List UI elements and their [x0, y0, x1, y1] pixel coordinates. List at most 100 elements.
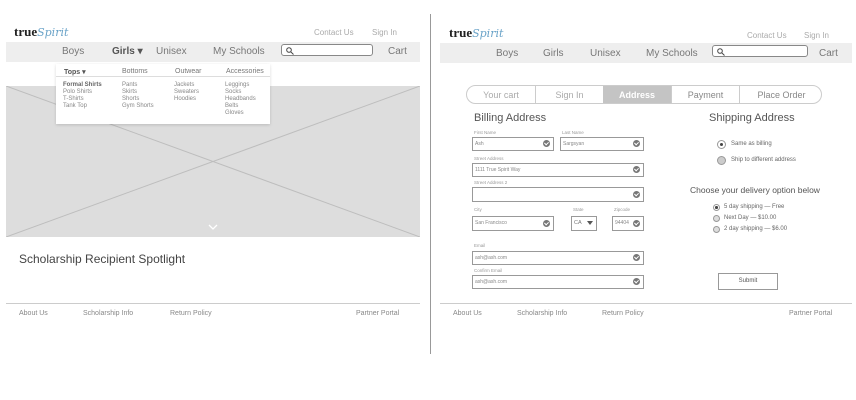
- street-address-2-field[interactable]: [472, 187, 644, 202]
- menu-item[interactable]: Hoodies: [174, 96, 199, 103]
- check-icon: [633, 254, 640, 261]
- delivery-2-day-radio[interactable]: [713, 226, 720, 233]
- check-icon: [633, 140, 640, 147]
- confirm-email-value: ash@ash.com: [475, 279, 508, 285]
- footer-returns-link[interactable]: Return Policy: [170, 310, 212, 317]
- same-as-billing-radio[interactable]: [717, 140, 726, 149]
- menu-item[interactable]: Belts: [225, 103, 256, 110]
- zipcode-field[interactable]: 94404: [612, 216, 644, 231]
- confirm-email-field[interactable]: ash@ash.com: [472, 275, 644, 289]
- nav-unisex[interactable]: Unisex: [156, 46, 187, 57]
- dropdown-tops[interactable]: Tops ▾: [64, 68, 86, 76]
- nav-boys[interactable]: Boys: [496, 48, 518, 59]
- footer-returns-link[interactable]: Return Policy: [602, 310, 644, 317]
- email-field[interactable]: ash@ash.com: [472, 251, 644, 265]
- panel-divider: [430, 14, 431, 354]
- first-name-label: First Name: [474, 130, 497, 135]
- state-select[interactable]: CA: [571, 216, 597, 231]
- menu-item[interactable]: Gym Shorts: [122, 103, 154, 110]
- step-payment[interactable]: Payment: [671, 86, 739, 103]
- menu-item[interactable]: Tank Top: [63, 103, 102, 110]
- nav-girls[interactable]: Girls ▾: [112, 46, 143, 57]
- nav-my-schools[interactable]: My Schools: [646, 48, 698, 59]
- contact-us-link[interactable]: Contact Us: [314, 28, 354, 37]
- chevron-down-icon: [587, 221, 593, 225]
- footer-divider: [6, 303, 420, 304]
- menu-item[interactable]: Skirts: [122, 89, 154, 96]
- zipcode-label: Zipcode: [614, 207, 631, 212]
- check-icon: [543, 220, 550, 227]
- outwear-column: Jackets Sweaters Hoodies: [174, 82, 199, 103]
- delivery-5-day-radio[interactable]: [713, 204, 720, 211]
- dropdown-bottoms[interactable]: Bottoms: [122, 68, 148, 75]
- last-name-value: Sargsyan: [563, 141, 585, 147]
- search-icon: [286, 47, 294, 55]
- street-value: 1111 True Spirit Way: [475, 167, 521, 173]
- first-name-field[interactable]: Ash: [472, 137, 554, 151]
- delivery-next-day-radio[interactable]: [713, 215, 720, 222]
- check-icon: [633, 191, 640, 198]
- menu-item[interactable]: Socks: [225, 89, 256, 96]
- footer-scholarship-link[interactable]: Scholarship Info: [517, 310, 567, 317]
- ship-different-radio[interactable]: [717, 156, 726, 165]
- footer-about-link[interactable]: About Us: [453, 310, 482, 317]
- menu-item[interactable]: Headbands: [225, 96, 256, 103]
- delivery-option-heading: Choose your delivery option below: [690, 185, 820, 195]
- email-value: ash@ash.com: [475, 255, 508, 261]
- city-value: San Francisco: [475, 220, 507, 226]
- last-name-field[interactable]: Sargsyan: [560, 137, 644, 151]
- accessories-column: Leggings Socks Headbands Belts Gloves: [225, 82, 256, 117]
- search-input[interactable]: [712, 45, 808, 57]
- state-label: State: [573, 207, 584, 212]
- menu-item[interactable]: Polo Shirts: [63, 89, 102, 96]
- step-address[interactable]: Address: [603, 86, 671, 103]
- chevron-down-icon[interactable]: [208, 224, 218, 230]
- ship-different-label: Ship to different address: [731, 157, 796, 163]
- dropdown-divider: [56, 76, 270, 77]
- search-input[interactable]: [281, 44, 373, 56]
- menu-item[interactable]: Jackets: [174, 82, 199, 89]
- contact-us-link[interactable]: Contact Us: [747, 31, 787, 40]
- state-value: CA: [574, 220, 582, 226]
- submit-button[interactable]: Submit: [718, 273, 778, 290]
- same-as-billing-label: Same as billing: [731, 141, 772, 147]
- menu-item[interactable]: Formal Shirts: [63, 82, 102, 89]
- cart-link[interactable]: Cart: [819, 48, 838, 59]
- street-address-field[interactable]: 1111 True Spirit Way: [472, 163, 644, 177]
- nav-unisex[interactable]: Unisex: [590, 48, 621, 59]
- brand-logo[interactable]: trueSpirit: [14, 24, 68, 40]
- step-your-cart[interactable]: Your cart: [467, 86, 535, 103]
- sign-in-link[interactable]: Sign In: [804, 31, 829, 40]
- footer-partner-link[interactable]: Partner Portal: [356, 310, 399, 317]
- menu-item[interactable]: T-Shirts: [63, 96, 102, 103]
- nav-my-schools[interactable]: My Schools: [213, 46, 265, 57]
- street2-label: Street Address 2: [474, 180, 508, 185]
- menu-item[interactable]: Pants: [122, 82, 154, 89]
- footer-scholarship-link[interactable]: Scholarship Info: [83, 310, 133, 317]
- checkout-stepper: Your cart Sign In Address Payment Place …: [466, 85, 822, 104]
- footer-about-link[interactable]: About Us: [19, 310, 48, 317]
- cart-link[interactable]: Cart: [388, 46, 407, 57]
- search-icon: [717, 48, 725, 56]
- check-icon: [543, 140, 550, 147]
- menu-item[interactable]: Leggings: [225, 82, 256, 89]
- footer-partner-link[interactable]: Partner Portal: [789, 310, 832, 317]
- billing-address-heading: Billing Address: [474, 112, 547, 124]
- city-field[interactable]: San Francisco: [472, 216, 554, 231]
- menu-item[interactable]: Sweaters: [174, 89, 199, 96]
- nav-girls[interactable]: Girls: [543, 48, 564, 59]
- sign-in-link[interactable]: Sign In: [372, 28, 397, 37]
- step-sign-in[interactable]: Sign In: [535, 86, 603, 103]
- nav-boys[interactable]: Boys: [62, 46, 84, 57]
- city-label: City: [474, 207, 482, 212]
- dropdown-outwear[interactable]: Outwear: [175, 68, 201, 75]
- girls-dropdown-menu: Tops ▾ Bottoms Outwear Accessories Forma…: [56, 64, 270, 124]
- shipping-address-heading: Shipping Address: [709, 112, 795, 124]
- step-place-order[interactable]: Place Order: [739, 86, 821, 103]
- last-name-label: Last Name: [562, 130, 584, 135]
- menu-item[interactable]: Gloves: [225, 110, 256, 117]
- email-label: Email: [474, 243, 486, 248]
- menu-item[interactable]: Shorts: [122, 96, 154, 103]
- brand-logo[interactable]: trueSpirit: [449, 25, 503, 41]
- dropdown-accessories[interactable]: Accessories: [226, 68, 264, 75]
